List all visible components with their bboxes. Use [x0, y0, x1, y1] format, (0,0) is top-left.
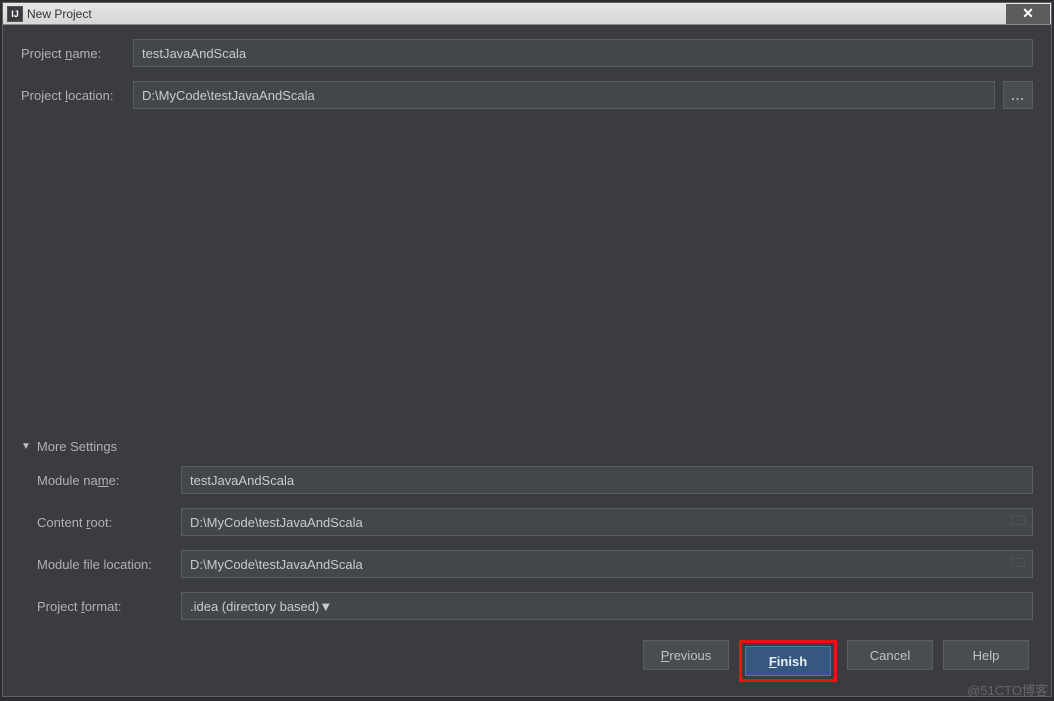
project-name-label: Project name:	[21, 46, 133, 61]
project-format-value: .idea (directory based)	[190, 599, 319, 614]
dialog-footer: Previous Finish Cancel Help	[21, 634, 1033, 684]
content-root-row: Content root: 🗀	[21, 508, 1033, 536]
help-button[interactable]: Help	[943, 640, 1029, 670]
app-icon: IJ	[7, 6, 23, 22]
module-file-location-row: Module file location: 🗀	[21, 550, 1033, 578]
new-project-dialog: IJ New Project ✕ Project name: Project l…	[2, 2, 1052, 697]
previous-button[interactable]: Previous	[643, 640, 729, 670]
finish-button[interactable]: Finish	[745, 646, 831, 676]
module-name-row: Module name:	[21, 466, 1033, 494]
browse-location-button[interactable]: ...	[1003, 81, 1033, 109]
more-settings-section: ▼ More Settings Module name: Content roo…	[21, 439, 1033, 634]
project-format-label: Project format:	[21, 599, 181, 614]
chevron-down-icon: ▼	[319, 599, 332, 614]
cancel-button[interactable]: Cancel	[847, 640, 933, 670]
more-settings-toggle[interactable]: ▼ More Settings	[21, 439, 1033, 454]
close-icon: ✕	[1022, 5, 1034, 22]
folder-icon[interactable]: 🗀	[1011, 510, 1025, 534]
ellipsis-icon: ...	[1011, 88, 1025, 103]
chevron-down-icon: ▼	[21, 441, 31, 452]
titlebar: IJ New Project ✕	[3, 3, 1051, 25]
content-root-input[interactable]	[181, 508, 1033, 536]
window-title: New Project	[27, 7, 92, 21]
module-name-input[interactable]	[181, 466, 1033, 494]
project-location-input[interactable]	[133, 81, 995, 109]
project-name-input[interactable]	[133, 39, 1033, 67]
module-file-location-input[interactable]	[181, 550, 1033, 578]
module-name-label: Module name:	[21, 473, 181, 488]
project-format-select[interactable]: .idea (directory based) ▼	[181, 592, 1033, 620]
content-root-label: Content root:	[21, 515, 181, 530]
project-format-row: Project format: .idea (directory based) …	[21, 592, 1033, 620]
project-location-row: Project location: ...	[21, 81, 1033, 109]
finish-button-highlight: Finish	[739, 640, 837, 682]
folder-icon[interactable]: 🗀	[1011, 552, 1025, 576]
module-file-location-label: Module file location:	[21, 557, 181, 572]
project-location-label: Project location:	[21, 88, 133, 103]
dialog-content: Project name: Project location: ... ▼ Mo…	[3, 25, 1051, 696]
project-name-row: Project name:	[21, 39, 1033, 67]
more-settings-label: More Settings	[37, 439, 117, 454]
close-button[interactable]: ✕	[1006, 4, 1050, 24]
